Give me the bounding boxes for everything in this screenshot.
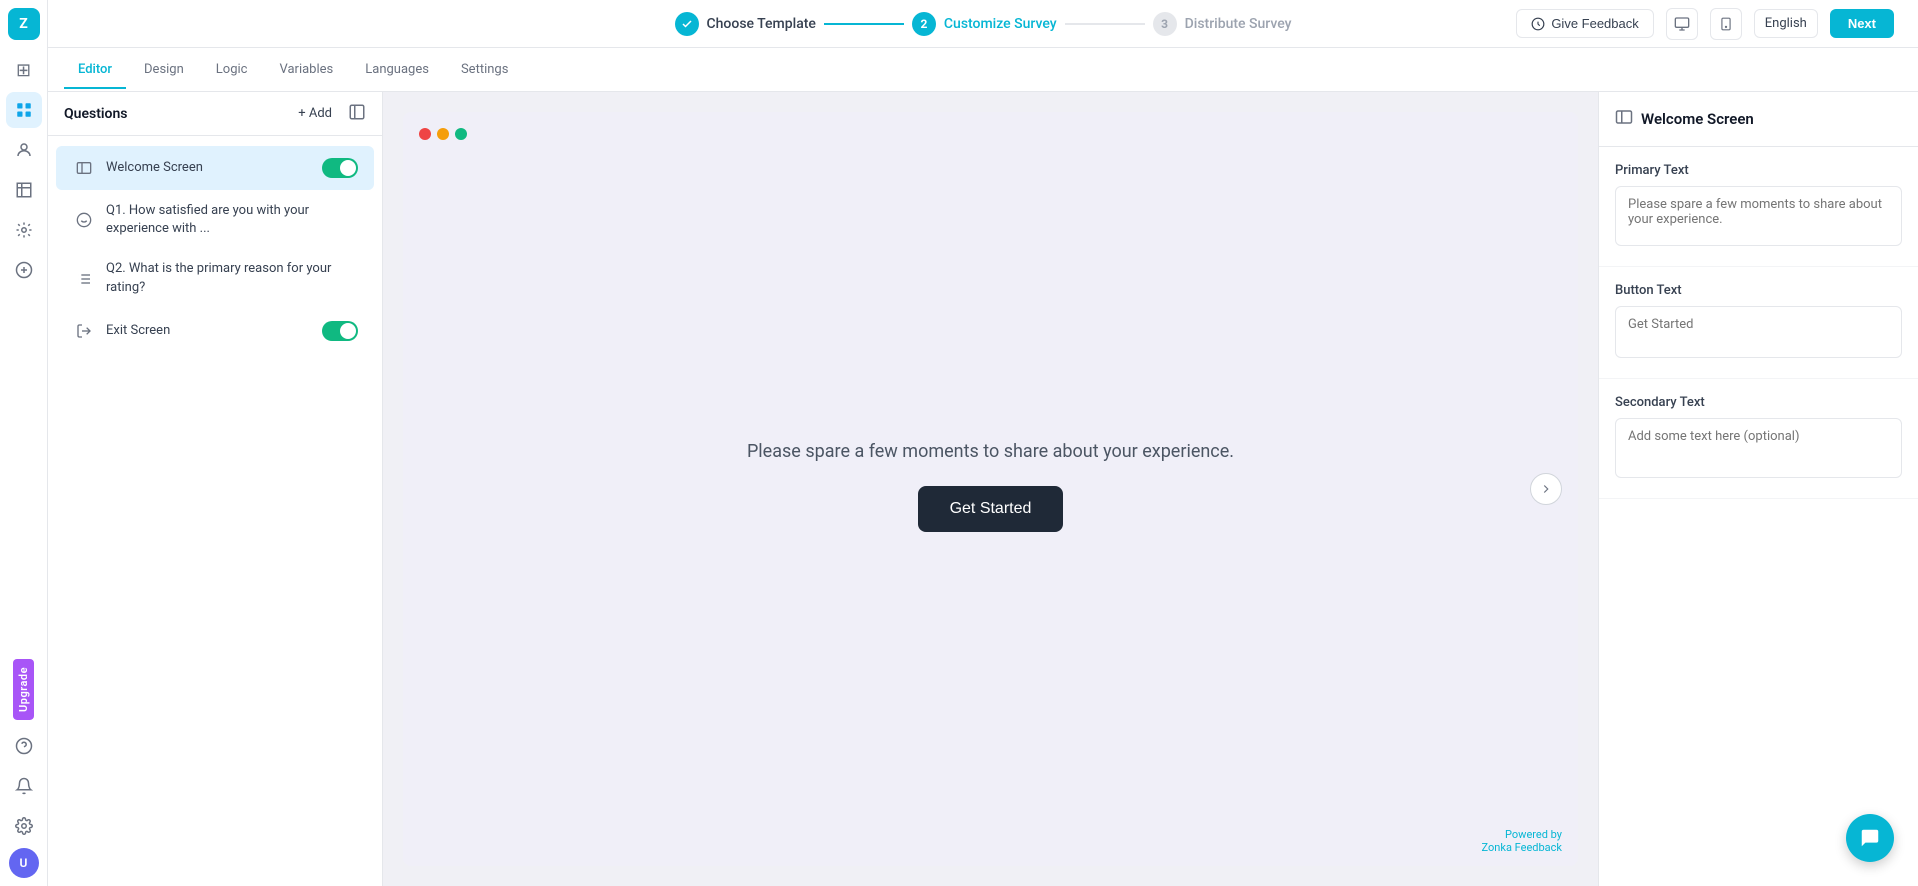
step-1-label: Choose Template [707, 16, 816, 32]
step-line-2 [1065, 23, 1145, 25]
q2-text: Q2. What is the primary reason for your … [106, 260, 358, 296]
q2-icon [72, 267, 96, 291]
panel-header: Questions + Add [48, 92, 382, 136]
step-1-number [675, 12, 699, 36]
welcome-screen-label: Welcome Screen [106, 159, 312, 177]
preview-next-arrow[interactable] [1530, 473, 1562, 505]
survey-preview: Please spare a few moments to share abou… [403, 112, 1578, 866]
nav-icon-contacts[interactable] [6, 132, 42, 168]
chat-icon[interactable] [1846, 814, 1894, 862]
q1-icon [72, 208, 96, 232]
tab-variables[interactable]: Variables [265, 52, 347, 89]
primary-text-label: Primary Text [1615, 163, 1902, 178]
step-3-number: 3 [1153, 12, 1177, 36]
questions-panel: Questions + Add Welcome Screen [48, 92, 383, 886]
right-panel-icon [1615, 108, 1633, 130]
powered-by: Powered by Zonka Feedback [403, 816, 1578, 866]
add-question-button[interactable]: + Add [290, 102, 340, 125]
button-text-input[interactable] [1615, 306, 1902, 358]
exit-screen-label: Exit Screen [106, 322, 312, 340]
question-item-welcome[interactable]: Welcome Screen [56, 146, 374, 190]
content-area: Questions + Add Welcome Screen [48, 92, 1918, 886]
secondary-text-section: Secondary Text [1599, 379, 1918, 499]
preview-mobile-button[interactable] [1710, 8, 1742, 40]
nav-icon-notifications[interactable] [6, 768, 42, 804]
step-2-number: 2 [912, 12, 936, 36]
left-navigation: Z ⊞ Upgrade U [0, 0, 48, 886]
button-text-label: Button Text [1615, 283, 1902, 298]
question-item-q1[interactable]: Q1. How satisfied are you with your expe… [56, 192, 374, 248]
tab-languages[interactable]: Languages [351, 52, 443, 89]
nav-icon-help[interactable] [6, 728, 42, 764]
wizard-step-1[interactable]: Choose Template [675, 12, 816, 36]
secondary-text-input[interactable] [1615, 418, 1902, 478]
next-button[interactable]: Next [1830, 9, 1894, 38]
wizard-steps: Choose Template 2 Customize Survey 3 Dis… [675, 12, 1292, 36]
nav-icon-settings[interactable] [6, 808, 42, 844]
tab-design[interactable]: Design [130, 52, 198, 89]
dot-red [419, 128, 431, 140]
question-item-q2[interactable]: Q2. What is the primary reason for your … [56, 250, 374, 306]
nav-icon-data[interactable] [6, 172, 42, 208]
welcome-screen-icon [72, 156, 96, 180]
primary-text-input[interactable] [1615, 186, 1902, 246]
dot-yellow [437, 128, 449, 140]
question-item-exit[interactable]: Exit Screen [56, 309, 374, 353]
tab-logic[interactable]: Logic [202, 52, 262, 89]
get-started-button[interactable]: Get Started [918, 486, 1064, 532]
give-feedback-label: Give Feedback [1551, 16, 1638, 31]
preview-content: Please spare a few moments to share abou… [403, 156, 1578, 816]
preview-container: Please spare a few moments to share abou… [383, 92, 1598, 886]
dot-green [455, 128, 467, 140]
right-panel-title: Welcome Screen [1641, 110, 1754, 128]
step-2-label: Customize Survey [944, 16, 1057, 32]
app-logo[interactable]: Z [8, 8, 40, 40]
wizard-step-3[interactable]: 3 Distribute Survey [1153, 12, 1292, 36]
wizard-step-2[interactable]: 2 Customize Survey [912, 12, 1057, 36]
main-area: Choose Template 2 Customize Survey 3 Dis… [48, 0, 1918, 886]
welcome-screen-toggle[interactable] [322, 158, 358, 178]
nav-icon-surveys[interactable] [6, 92, 42, 128]
top-header: Choose Template 2 Customize Survey 3 Dis… [48, 0, 1918, 48]
nav-icon-integrations[interactable] [6, 212, 42, 248]
tab-bar: Editor Design Logic Variables Languages … [48, 48, 1918, 92]
right-panel-header: Welcome Screen [1599, 92, 1918, 147]
header-right: Give Feedback English Next [1516, 8, 1894, 40]
button-text-section: Button Text [1599, 267, 1918, 379]
preview-main-text: Please spare a few moments to share abou… [747, 441, 1234, 462]
nav-icon-add[interactable] [6, 252, 42, 288]
give-feedback-button[interactable]: Give Feedback [1516, 9, 1653, 38]
upgrade-button[interactable]: Upgrade [13, 659, 34, 720]
step-3-label: Distribute Survey [1185, 16, 1292, 32]
preview-area: Please spare a few moments to share abou… [383, 92, 1598, 886]
right-panel: Welcome Screen Primary Text Button Text … [1598, 92, 1918, 886]
primary-text-section: Primary Text [1599, 147, 1918, 267]
user-avatar[interactable]: U [9, 848, 39, 878]
preview-desktop-button[interactable] [1666, 8, 1698, 40]
question-list: Welcome Screen Q1. How satisfied are you… [48, 136, 382, 886]
powered-by-brand: Zonka Feedback [1482, 841, 1562, 854]
tab-editor[interactable]: Editor [64, 52, 126, 89]
nav-icon-home[interactable]: ⊞ [6, 52, 42, 88]
language-selector[interactable]: English [1754, 9, 1818, 38]
preview-window-dots [403, 112, 1578, 156]
step-line-1 [824, 23, 904, 25]
exit-screen-icon [72, 319, 96, 343]
tab-settings[interactable]: Settings [447, 52, 522, 89]
exit-screen-toggle[interactable] [322, 321, 358, 341]
secondary-text-label: Secondary Text [1615, 395, 1902, 410]
q1-text: Q1. How satisfied are you with your expe… [106, 202, 358, 238]
panel-title: Questions [64, 106, 127, 122]
collapse-panel-button[interactable] [348, 103, 366, 125]
powered-by-text: Powered by [1505, 828, 1562, 841]
